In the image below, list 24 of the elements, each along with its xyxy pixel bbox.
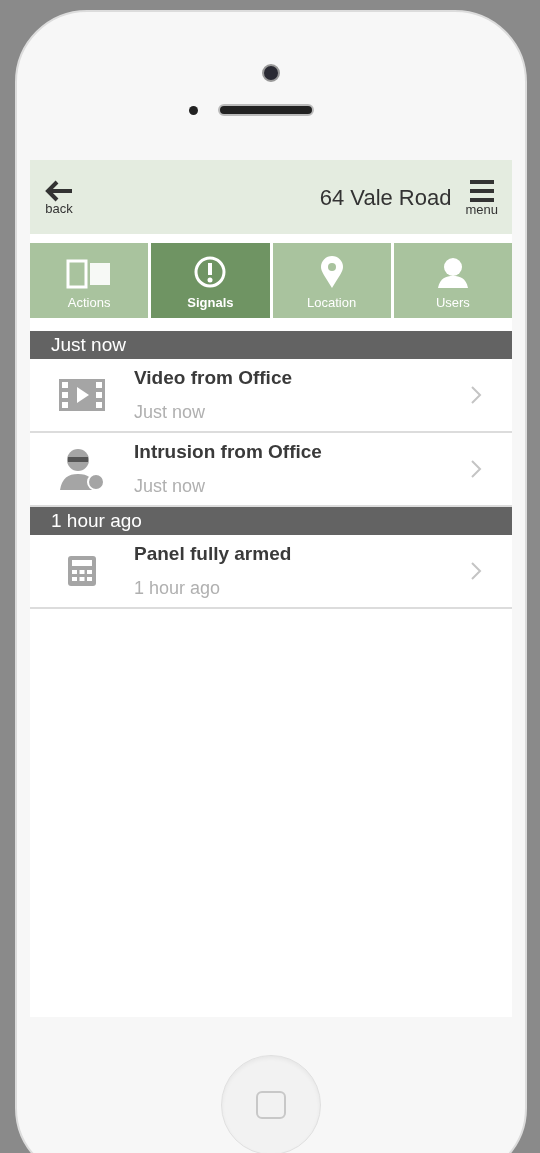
video-icon — [58, 378, 106, 412]
camera-icon — [262, 64, 280, 82]
keypad-icon — [67, 555, 97, 587]
panel-icon — [66, 258, 113, 289]
sensor-icon — [188, 105, 198, 115]
back-button[interactable]: back — [44, 179, 74, 215]
signal-title: Intrusion from Office — [134, 440, 322, 465]
chevron-icon — [470, 459, 482, 479]
signal-time: Just now — [134, 400, 207, 424]
signal-time: Just now — [134, 474, 207, 498]
chevron-icon — [470, 561, 482, 581]
chevron-icon — [470, 385, 482, 405]
alert-icon — [193, 254, 228, 289]
section-heading: 1 hour ago — [30, 507, 512, 535]
signal-time: 1 hour ago — [134, 576, 222, 600]
signal-title: Panel fully armed — [134, 542, 292, 567]
header-title: 64 Vale Road — [319, 183, 452, 212]
section-heading: Just now — [30, 331, 512, 359]
signal-title: Video from Office — [134, 366, 292, 391]
menu-button[interactable]: menu — [465, 178, 498, 216]
location-pin-icon — [319, 254, 344, 289]
speaker-icon — [217, 104, 314, 116]
intruder-icon — [58, 447, 106, 491]
square-icon — [256, 1091, 286, 1119]
